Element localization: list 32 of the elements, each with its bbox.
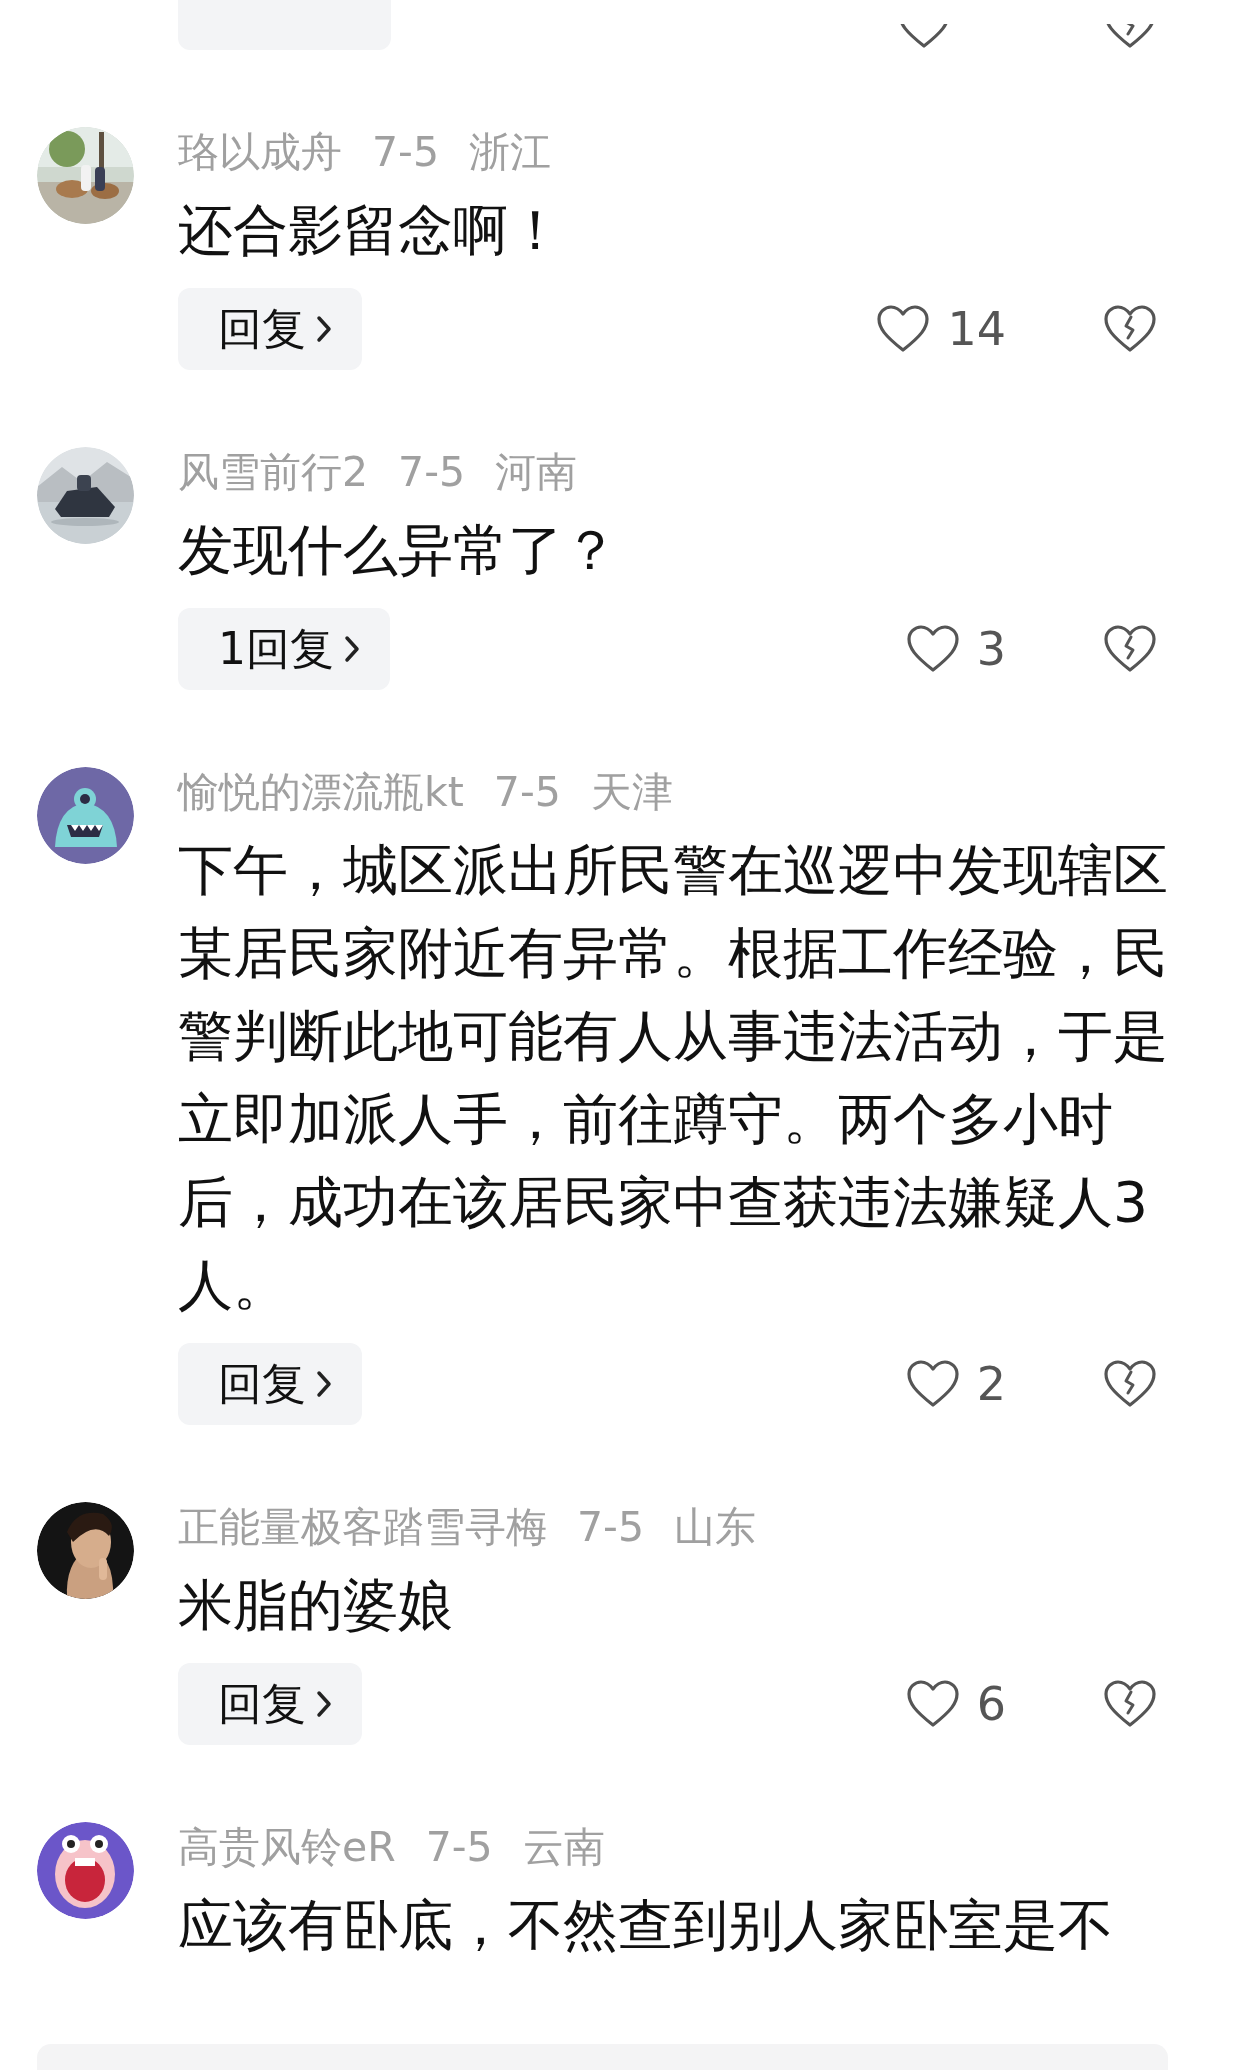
chevron-icon (316, 1370, 332, 1398)
like-count: 14 (947, 302, 1006, 356)
chevron-icon (344, 635, 360, 663)
comment-date: 7-5 (372, 128, 439, 176)
user-name[interactable]: 珞以成舟 (178, 124, 342, 180)
user-region: 浙江 (468, 126, 551, 178)
user-region: 山东 (673, 1501, 756, 1553)
user-name[interactable]: 高贵风铃eR (178, 1819, 396, 1875)
comment-text: 米脂的婆娘 (178, 1572, 454, 1639)
user-name[interactable]: 风雪前行2 (178, 444, 369, 500)
user-name[interactable]: 愉悦的漂流瓶kt (178, 764, 464, 820)
reply-button[interactable]: 回复 (178, 1343, 362, 1425)
chevron-icon (316, 315, 332, 343)
reply-button[interactable]: 1回复 (178, 608, 390, 690)
comment-text: 下午，城区派出所民警在巡逻中发现辖区某居民家附近有异常。根据工作经验，民警判断此地可能有人从事违法活动，于是立即加派人手，前往蹲守。两个多小时后，成功在该居民家中查获违法嫌疑人3人。 (178, 837, 1169, 1319)
comment-text: 发现什么异常了？ (178, 517, 619, 584)
like-count: 3 (976, 622, 1006, 676)
comment-date: 7-5 (425, 1823, 493, 1871)
like-count: 6 (976, 1677, 1006, 1731)
comment-date: 7-5 (398, 448, 466, 496)
user-region: 云南 (522, 1821, 605, 1873)
user-region: 天津 (590, 766, 673, 818)
like-count: 2 (976, 1357, 1006, 1411)
chevron-icon (316, 1690, 332, 1718)
comment-text: 还合影留念啊！ (178, 197, 564, 264)
comment-date: 7-5 (577, 1503, 644, 1551)
reply-button[interactable]: 回复 (178, 288, 362, 370)
comment-date: 7-5 (493, 768, 561, 816)
comment-text: 应该有卧底，不然查到别人家卧室是不 (178, 1892, 1114, 1959)
user-region: 河南 (495, 446, 578, 498)
reply-button[interactable]: 回复 (178, 1663, 362, 1745)
user-name[interactable]: 正能量极客踏雪寻梅 (178, 1499, 547, 1555)
